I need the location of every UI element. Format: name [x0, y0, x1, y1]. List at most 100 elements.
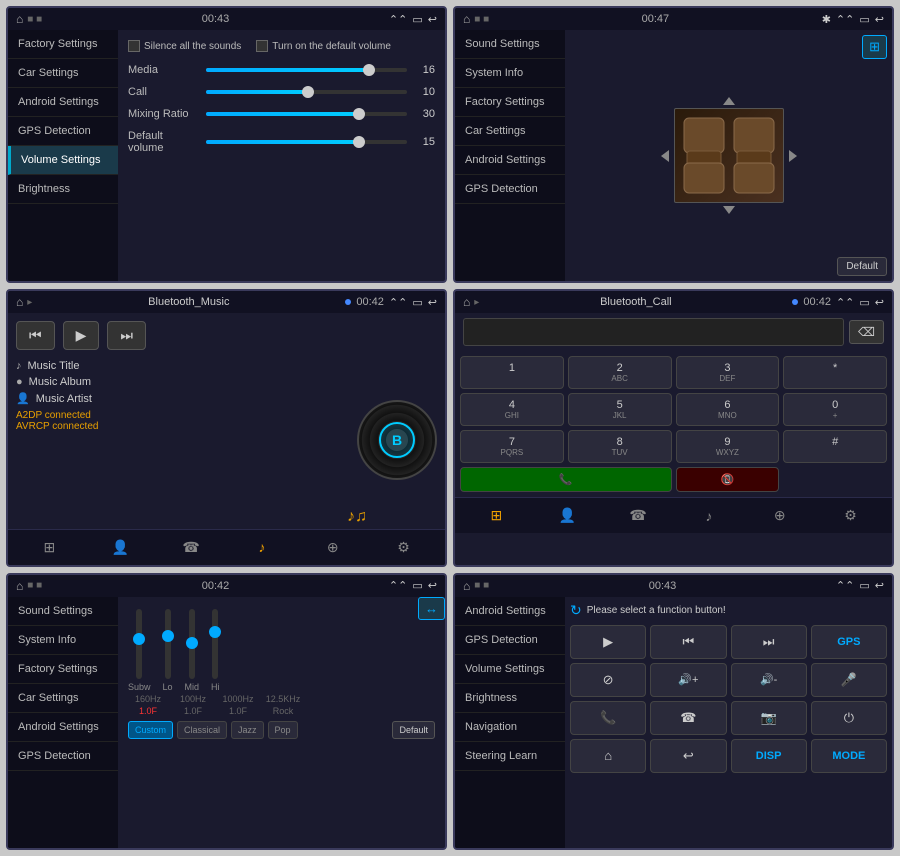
s2-android[interactable]: Android Settings — [455, 146, 565, 175]
eq-track-mid[interactable] — [189, 609, 195, 679]
s5-car[interactable]: Car Settings — [8, 684, 118, 713]
nav-link[interactable]: ⊕ — [299, 530, 366, 565]
mixing-slider[interactable] — [206, 112, 407, 116]
func-mic[interactable]: 🎤 — [811, 663, 887, 697]
back-icon-6[interactable]: ↩ — [875, 579, 884, 592]
func-gps[interactable]: GPS — [811, 625, 887, 659]
sidebar-item-gps[interactable]: GPS Detection — [8, 117, 118, 146]
refresh-icon[interactable]: ↻ — [570, 602, 582, 619]
nav-music[interactable]: ♪ — [228, 530, 295, 565]
func-volup[interactable]: 🔊+ — [650, 663, 726, 697]
s5-sound[interactable]: Sound Settings — [8, 597, 118, 626]
hangup-btn[interactable]: 📵 — [676, 467, 780, 492]
s2-car[interactable]: Car Settings — [455, 117, 565, 146]
home-icon-5[interactable]: ⌂ — [16, 579, 23, 593]
dial-2[interactable]: 2ABC — [568, 356, 672, 389]
home-icon-3[interactable]: ⌂ — [16, 295, 23, 309]
nav-link-call[interactable]: ⊕ — [746, 498, 813, 533]
eq-thumb-lo[interactable] — [162, 630, 174, 642]
next-btn[interactable]: ⏭ — [107, 321, 146, 350]
eq-track-hi[interactable] — [212, 609, 218, 679]
dial-9[interactable]: 9WXYZ — [676, 430, 780, 463]
dial-3[interactable]: 3DEF — [676, 356, 780, 389]
defaultvol-checkbox-box[interactable] — [256, 40, 268, 52]
defaultvol-checkbox[interactable]: Turn on the default volume — [256, 40, 391, 52]
back-icon-3[interactable]: ↩ — [428, 296, 437, 309]
nav-contact[interactable]: 👤 — [87, 530, 154, 565]
s2-sysinfo[interactable]: System Info — [455, 59, 565, 88]
func-phone[interactable]: 📞 — [570, 701, 646, 735]
preset-classical[interactable]: Classical — [177, 721, 227, 739]
dial-7[interactable]: 7PQRS — [460, 430, 564, 463]
defvol-slider[interactable] — [206, 140, 407, 144]
nav-music-call[interactable]: ♪ — [675, 498, 742, 533]
func-disp[interactable]: DISP — [731, 739, 807, 773]
home-icon-2[interactable]: ⌂ — [463, 12, 470, 26]
sidebar-item-android[interactable]: Android Settings — [8, 88, 118, 117]
preset-custom[interactable]: Custom — [128, 721, 173, 739]
s5-gps[interactable]: GPS Detection — [8, 742, 118, 771]
home-icon-6[interactable]: ⌂ — [463, 579, 470, 593]
func-mute[interactable]: ⊘ — [570, 663, 646, 697]
dial-6[interactable]: 6MNO — [676, 393, 780, 426]
preset-jazz[interactable]: Jazz — [231, 721, 264, 739]
back-icon-2[interactable]: ↩ — [875, 13, 884, 26]
dial-0[interactable]: 0+ — [783, 393, 887, 426]
nav-settings-call[interactable]: ⚙ — [817, 498, 884, 533]
preset-pop[interactable]: Pop — [268, 721, 298, 739]
home-icon[interactable]: ⌂ — [16, 12, 23, 26]
dial-hash[interactable]: # — [783, 430, 887, 463]
func-home[interactable]: ⌂ — [570, 739, 646, 773]
func-power[interactable]: ⏻ — [811, 701, 887, 735]
func-back[interactable]: ↩ — [650, 739, 726, 773]
s5-factory[interactable]: Factory Settings — [8, 655, 118, 684]
s6-navigation[interactable]: Navigation — [455, 713, 565, 742]
arrow-right-btn[interactable] — [789, 150, 797, 162]
nav-call-call[interactable]: ☎ — [605, 498, 672, 533]
eq-thumb-hi[interactable] — [209, 626, 221, 638]
default-btn-2[interactable]: Default — [837, 257, 887, 276]
eq-default-btn[interactable]: Default — [392, 721, 435, 739]
sidebar-item-factory[interactable]: Factory Settings — [8, 30, 118, 59]
silence-checkbox[interactable]: Silence all the sounds — [128, 40, 241, 52]
sidebar-item-car[interactable]: Car Settings — [8, 59, 118, 88]
eq-thumb-subw[interactable] — [133, 633, 145, 645]
dial-star[interactable]: * — [783, 356, 887, 389]
s6-android[interactable]: Android Settings — [455, 597, 565, 626]
dial-5[interactable]: 5JKL — [568, 393, 672, 426]
home-icon-4[interactable]: ⌂ — [463, 295, 470, 309]
dial-display[interactable] — [463, 318, 844, 346]
eq-icon-btn[interactable]: ↔ — [418, 597, 445, 620]
func-next[interactable]: ⏭ — [731, 625, 807, 659]
s2-gps[interactable]: GPS Detection — [455, 175, 565, 204]
call-btn[interactable]: 📞 — [460, 467, 672, 492]
nav-grid[interactable]: ⊞ — [16, 530, 83, 565]
s5-android[interactable]: Android Settings — [8, 713, 118, 742]
back-icon[interactable]: ↩ — [428, 13, 437, 26]
eq-track-subw[interactable] — [136, 609, 142, 679]
s2-sound[interactable]: Sound Settings — [455, 30, 565, 59]
dial-8[interactable]: 8TUV — [568, 430, 672, 463]
prev-btn[interactable]: ⏮ — [16, 321, 55, 350]
s5-sysinfo[interactable]: System Info — [8, 626, 118, 655]
dial-1[interactable]: 1 — [460, 356, 564, 389]
arrow-up-btn[interactable] — [723, 97, 735, 105]
arrow-down-btn[interactable] — [723, 206, 735, 214]
sidebar-item-brightness[interactable]: Brightness — [8, 175, 118, 204]
back-icon-4[interactable]: ↩ — [875, 296, 884, 309]
nav-grid-call[interactable]: ⊞ — [463, 498, 530, 533]
sidebar-item-volume[interactable]: Volume Settings — [8, 146, 118, 175]
s6-brightness[interactable]: Brightness — [455, 684, 565, 713]
back-icon-5[interactable]: ↩ — [428, 579, 437, 592]
s2-factory[interactable]: Factory Settings — [455, 88, 565, 117]
arrow-left-btn[interactable] — [661, 150, 669, 162]
func-voldown[interactable]: 🔊- — [731, 663, 807, 697]
func-mode[interactable]: MODE — [811, 739, 887, 773]
s6-gps[interactable]: GPS Detection — [455, 626, 565, 655]
s6-steering[interactable]: Steering Learn — [455, 742, 565, 771]
func-camera[interactable]: 📷 — [731, 701, 807, 735]
settings-icon-button[interactable]: ⊞ — [862, 35, 887, 59]
nav-call[interactable]: ☎ — [158, 530, 225, 565]
call-slider[interactable] — [206, 90, 407, 94]
eq-track-lo[interactable] — [165, 609, 171, 679]
